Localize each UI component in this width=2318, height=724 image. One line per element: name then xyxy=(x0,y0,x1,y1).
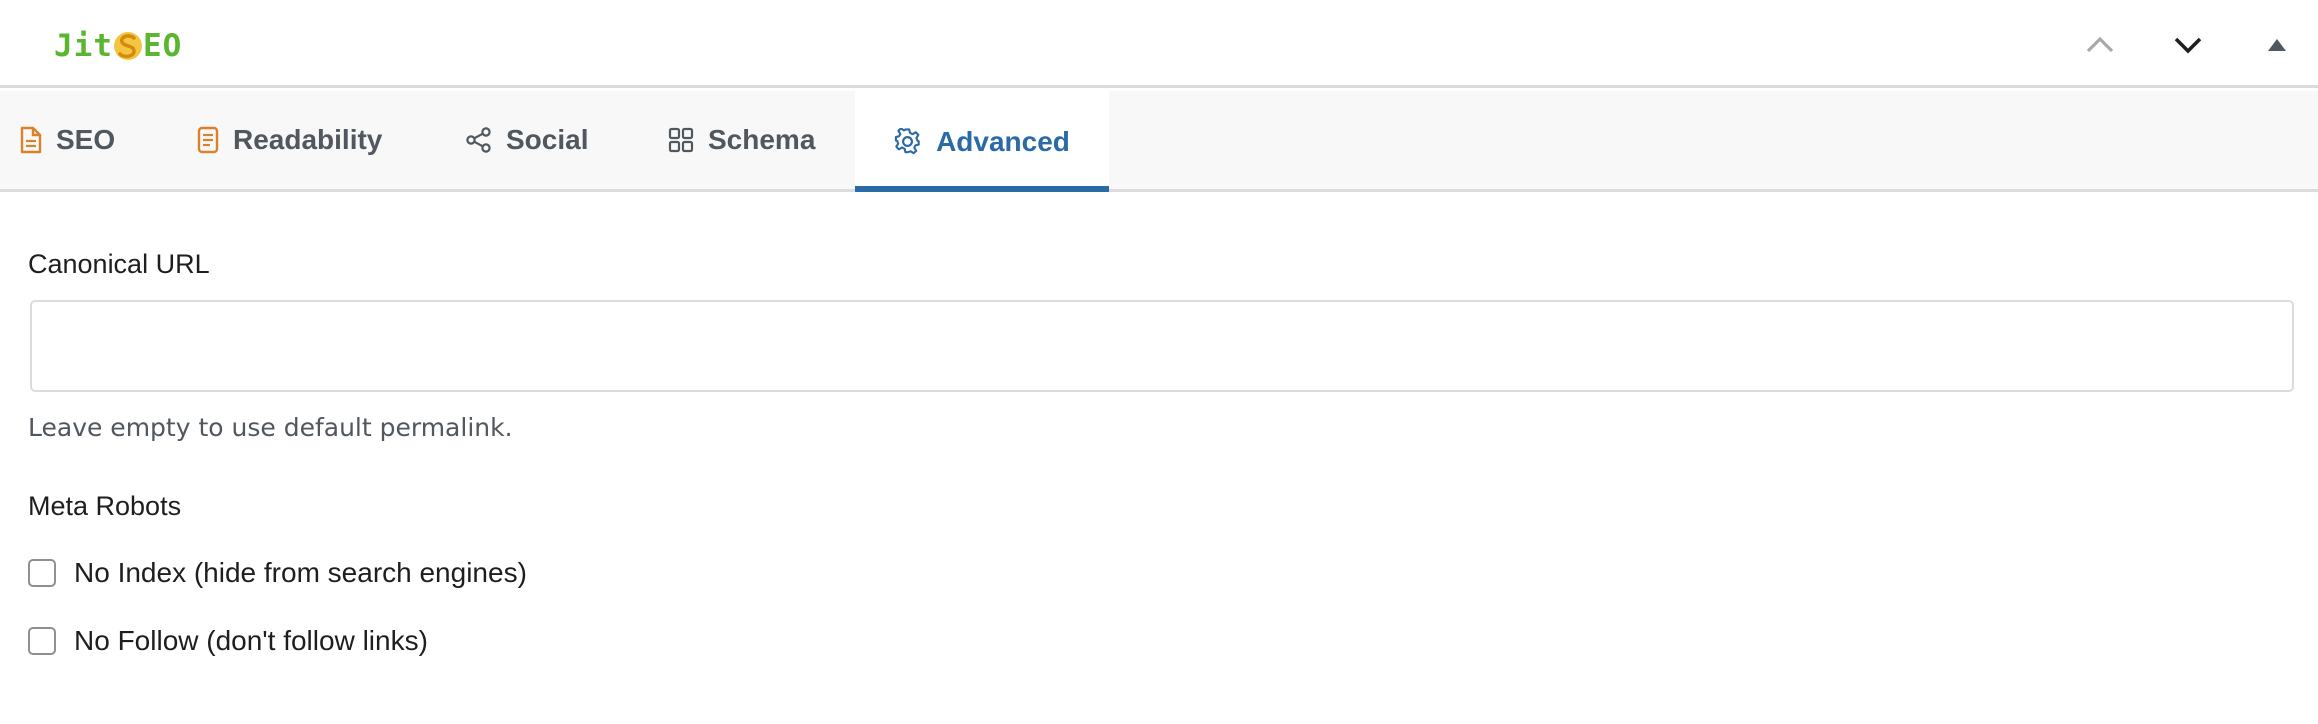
noindex-option[interactable]: No Index (hide from search engines) xyxy=(28,557,527,589)
tab-seo[interactable]: SEO xyxy=(20,91,115,189)
tab-advanced[interactable]: Advanced xyxy=(855,91,1109,192)
gear-icon xyxy=(894,127,922,156)
meta-robots-label: Meta Robots xyxy=(28,491,182,521)
toggle-panel-button[interactable] xyxy=(2252,22,2302,68)
tab-readability[interactable]: Readability xyxy=(197,91,382,189)
tab-schema[interactable]: Schema xyxy=(668,91,815,189)
noindex-checkbox[interactable] xyxy=(28,559,56,587)
share-icon xyxy=(466,127,492,153)
nofollow-checkbox[interactable] xyxy=(28,627,56,655)
logo-s-mark-icon xyxy=(113,29,143,63)
nofollow-label: No Follow (don't follow links) xyxy=(74,625,428,656)
seo-metabox: Jit EO SEO Readability Social Schema Adv… xyxy=(0,0,2318,724)
chevron-up-icon xyxy=(2086,36,2114,53)
nofollow-option[interactable]: No Follow (don't follow links) xyxy=(28,625,428,657)
jitseo-logo: Jit EO xyxy=(54,28,183,64)
tab-social[interactable]: Social xyxy=(466,91,588,189)
metabox-header: Jit EO xyxy=(0,0,2318,88)
text-document-icon xyxy=(197,126,219,154)
chevron-down-icon xyxy=(2174,37,2202,54)
move-down-button[interactable] xyxy=(2163,22,2213,68)
triangle-up-icon xyxy=(2268,39,2286,51)
move-up-button[interactable] xyxy=(2075,22,2125,68)
canonical-url-help: Leave empty to use default permalink. xyxy=(28,413,513,442)
document-icon xyxy=(20,126,42,154)
grid-icon xyxy=(668,127,694,153)
canonical-url-label: Canonical URL xyxy=(28,249,210,279)
canonical-url-input[interactable] xyxy=(30,300,2294,392)
noindex-label: No Index (hide from search engines) xyxy=(74,557,527,588)
tab-bar: SEO Readability Social Schema Advanced xyxy=(0,91,2318,192)
